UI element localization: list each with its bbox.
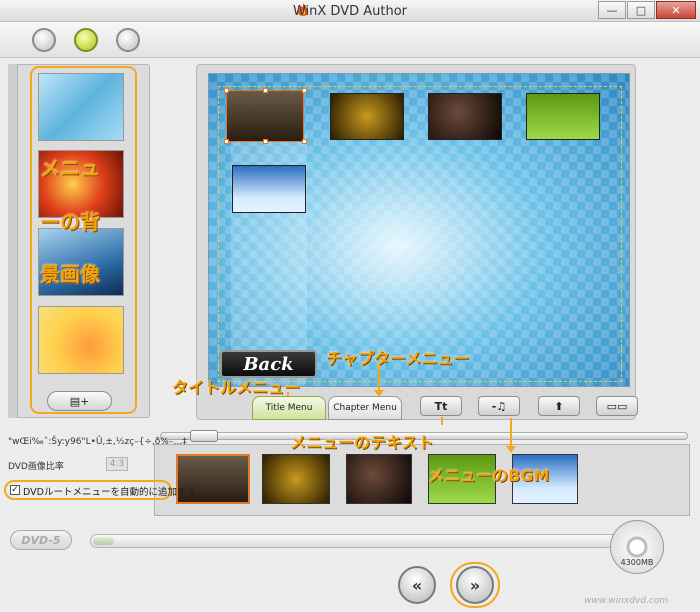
ratio-select[interactable]: 4:3 xyxy=(106,457,128,471)
annotation-arrow xyxy=(378,364,380,392)
capacity-bar xyxy=(90,534,620,548)
ratio-label: DVD画像比率 xyxy=(8,462,64,472)
keyboard-button[interactable]: ▭▭ xyxy=(596,396,638,416)
background-thumb[interactable] xyxy=(38,306,124,374)
step-one-button[interactable] xyxy=(32,28,56,52)
selection-handle[interactable] xyxy=(302,139,307,144)
text-tool-button[interactable]: Tt xyxy=(420,396,462,416)
selection-handle[interactable] xyxy=(224,139,229,144)
title-thumbnail-selected[interactable] xyxy=(226,90,304,142)
window-controls: — □ ✕ xyxy=(597,1,696,19)
close-button[interactable]: ✕ xyxy=(656,1,696,19)
selection-handle[interactable] xyxy=(263,88,268,93)
auto-root-menu-label: DVDルートメニューを自動的に追加する xyxy=(23,487,196,498)
step-two-button[interactable] xyxy=(74,28,98,52)
maximize-button[interactable]: □ xyxy=(627,1,655,19)
timeline-slider-thumb[interactable] xyxy=(190,430,218,442)
annotation-chapter-menu: チャプターメニュー xyxy=(326,349,470,368)
annotation-menu-bgm: メニューのBGM xyxy=(428,466,550,485)
title-thumbnail[interactable] xyxy=(428,93,502,140)
add-background-button[interactable]: ▤+ xyxy=(47,391,112,411)
annotation-background-line: ーの背 xyxy=(40,210,100,234)
next-step-button[interactable]: » xyxy=(456,566,494,604)
annotation-background-line: メニュ xyxy=(40,156,100,180)
capacity-fill xyxy=(93,537,115,545)
garbled-info-text: "wŒi‰ˆ:Šy:y96"L•Û,±,½zç–{÷,ð%–…‡ xyxy=(8,437,187,447)
title-thumbnail[interactable] xyxy=(526,93,600,140)
selection-handle[interactable] xyxy=(263,139,268,144)
capacity-label: 4300MB xyxy=(620,558,654,567)
music-tool-button[interactable]: -♫ xyxy=(478,396,520,416)
step-three-button[interactable] xyxy=(116,28,140,52)
annotation-arrow xyxy=(510,418,512,448)
title-thumbnail[interactable] xyxy=(232,165,306,213)
annotation-title-menu: タイトルメニュー xyxy=(172,378,301,397)
title-bar: WinX DVD Author — □ ✕ xyxy=(0,0,700,22)
annotation-arrow xyxy=(441,417,443,425)
selection-handle[interactable] xyxy=(224,88,229,93)
tab-title-menu[interactable]: Title Menu xyxy=(252,396,326,420)
toolbar xyxy=(0,22,700,58)
dvd-type-badge[interactable]: DVD-5 xyxy=(10,530,72,550)
strip-thumbnail[interactable] xyxy=(262,454,330,504)
title-thumbnail[interactable] xyxy=(330,93,404,140)
up-arrow-button[interactable]: ⬆ xyxy=(538,396,580,416)
minimize-button[interactable]: — xyxy=(598,1,626,19)
annotation-arrow-head xyxy=(506,446,516,453)
auto-root-menu-checkbox[interactable]: ✓ xyxy=(10,485,20,495)
annotation-menu-text: メニューのテキスト xyxy=(290,433,434,452)
background-thumb[interactable] xyxy=(38,73,124,141)
tab-chapter-menu[interactable]: Chapter Menu xyxy=(328,396,402,420)
selection-handle[interactable] xyxy=(302,88,307,93)
previous-step-button[interactable]: « xyxy=(398,566,436,604)
annotation-background-line: 景画像 xyxy=(40,262,100,286)
strip-thumbnail[interactable] xyxy=(346,454,412,504)
window-title: WinX DVD Author xyxy=(292,4,408,19)
website-watermark: www.winxdvd.com xyxy=(584,596,669,606)
background-scrollbar[interactable] xyxy=(8,64,18,418)
